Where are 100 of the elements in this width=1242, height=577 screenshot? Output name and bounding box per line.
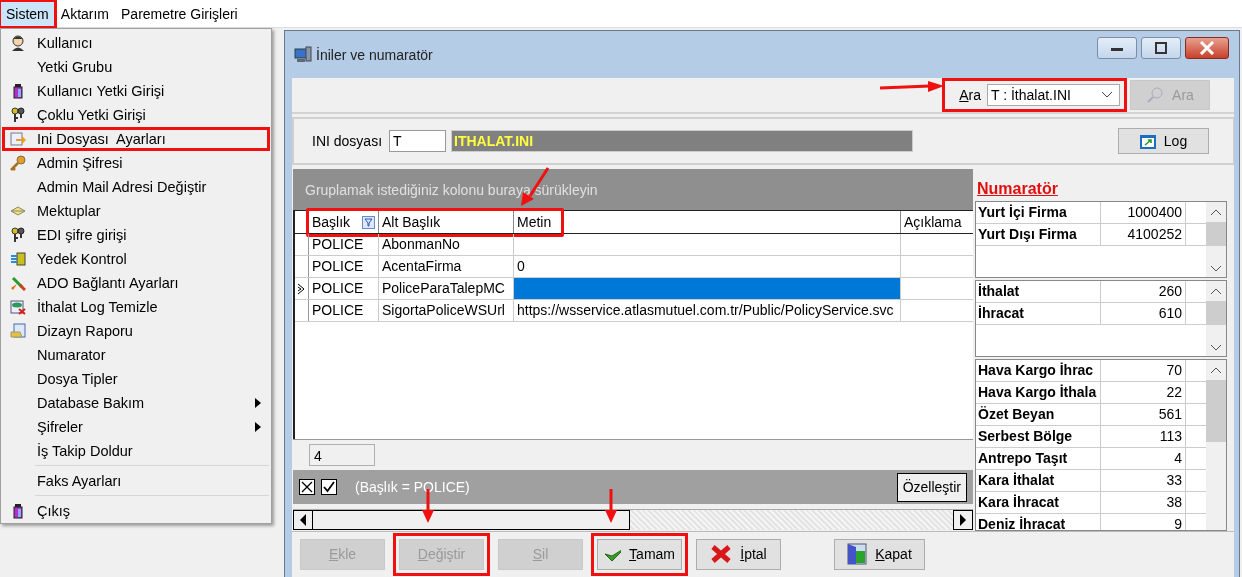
table-cell: İhracat [976, 303, 1101, 324]
scroll-right-icon[interactable] [959, 514, 967, 526]
menu-item[interactable]: Çıkış [2, 499, 270, 523]
menu-item[interactable]: Ini Dosyası Ayarları [2, 127, 270, 151]
table-cell: AcentaFirma [379, 256, 514, 277]
table-cell: Kara İhracat [976, 492, 1101, 513]
bottle-icon [12, 83, 24, 99]
maximize-icon [1154, 41, 1168, 54]
form-button[interactable]: İptal [696, 538, 781, 570]
menu-item[interactable]: Numarator [2, 343, 270, 367]
menu-item[interactable]: Mektuplar [2, 199, 270, 223]
scroll-left-icon[interactable] [299, 514, 307, 526]
table-cell: Kara İthalat [976, 470, 1101, 491]
search-combo[interactable]: T : İthalat.INI [987, 84, 1120, 106]
scroll-up-icon[interactable] [1210, 366, 1222, 374]
table-cell: Antrepo Taşıt [976, 448, 1101, 469]
plug-icon [10, 275, 26, 291]
key-icon [10, 155, 26, 171]
record-count: 4 [309, 444, 375, 466]
clear-filter-button[interactable] [299, 479, 315, 495]
vertical-scrollbar[interactable] [1206, 202, 1226, 277]
menu-item[interactable]: Kullanıcı Yetki Girişi [2, 79, 270, 103]
table-cell: İthalat [976, 281, 1101, 302]
table-cell: Özet Beyan [976, 404, 1101, 425]
envelope-icon [10, 204, 26, 218]
scroll-up-icon[interactable] [1210, 287, 1222, 295]
menu-item[interactable]: Kullanıcı [2, 31, 270, 55]
table-cell: 1000400 [1101, 202, 1186, 223]
window-title: İniler ve numaratör [316, 46, 433, 63]
column-header[interactable]: Metin [514, 211, 901, 233]
table-cell: AbonmanNo [379, 234, 514, 255]
menu-item[interactable]: Dosya Tipler [2, 367, 270, 391]
customize-button[interactable]: Özelleştir [896, 472, 967, 502]
scroll-up-icon[interactable] [1210, 208, 1222, 216]
computer-icon [294, 45, 312, 64]
table-cell: Hava Kargo İthala [976, 382, 1101, 403]
menu-item[interactable]: Dizayn Raporu [2, 319, 270, 343]
close-icon [1199, 40, 1215, 55]
vertical-scrollbar[interactable] [1206, 281, 1226, 356]
log-button[interactable]: Log [1118, 128, 1209, 154]
table-cell: https://wsservice.atlasmutuel.com.tr/Public/PolicyService.svc [514, 300, 901, 321]
keys-icon [10, 227, 26, 243]
menu-item[interactable]: Admin Şifresi [2, 151, 270, 175]
menu-item[interactable]: Yetki Grubu [2, 55, 270, 79]
table-cell: 4100252 [1101, 224, 1186, 245]
menu-bar-item[interactable]: Paremetre Girişleri [116, 1, 243, 26]
menu-item[interactable]: Yedek Kontrol [2, 247, 270, 271]
menu-item[interactable]: Şifreler [2, 415, 270, 439]
table-cell: 22 [1101, 382, 1186, 403]
table-cell: 4 [1101, 448, 1186, 469]
menu-bar-item[interactable]: Sistem [1, 1, 54, 26]
scroll-down-icon[interactable] [1210, 265, 1222, 273]
ini-name-field: ITHALAT.INI [451, 130, 914, 152]
table-cell: 0 [514, 256, 901, 277]
search-label: Ara [959, 87, 981, 103]
table-cell: POLICE [309, 278, 379, 299]
table-cell: Hava Kargo İhrac [976, 360, 1101, 381]
search-icon [1146, 86, 1165, 104]
table-cell: SigortaPoliceWSUrl [379, 300, 514, 321]
menu-item[interactable]: Çoklu Yetki Girişi [2, 103, 270, 127]
maximize-button[interactable] [1141, 36, 1181, 59]
close-button[interactable] [1185, 36, 1229, 59]
minimize-button[interactable] [1097, 36, 1137, 59]
form-button[interactable]: Tamam [597, 538, 682, 570]
column-header[interactable]: Alt Başlık [379, 211, 514, 233]
table-cell: POLICE [309, 300, 379, 321]
table-cell: 38 [1101, 492, 1186, 513]
menu-item[interactable]: Admin Mail Adresi Değiştir [2, 175, 270, 199]
menu-item[interactable]: ADO Bağlantı Ayarları [2, 271, 270, 295]
menu-bar-item[interactable]: Aktarım [55, 1, 115, 26]
submenu-arrow-icon [255, 422, 261, 432]
table-cell: 260 [1101, 281, 1186, 302]
table-cell: 561 [1101, 404, 1186, 425]
submenu-arrow-icon [255, 398, 261, 408]
check-icon [323, 481, 335, 493]
menu-item[interactable]: Database Bakım [2, 391, 270, 415]
chevron-down-icon [1101, 91, 1113, 99]
table-cell: 33 [1101, 470, 1186, 491]
table-cell: Deniz İhracat [976, 514, 1101, 530]
group-hint: Gruplamak istediğiniz kolonu buraya sürükleyin [305, 181, 598, 198]
menu-item[interactable]: İthalat Log Temizle [2, 295, 270, 319]
menu-item[interactable]: İş Takip Doldur [2, 439, 270, 463]
person-icon [10, 35, 26, 51]
column-header[interactable]: Başlık [309, 211, 379, 233]
menu-item[interactable]: EDI şifre girişi [2, 223, 270, 247]
scroll-down-icon[interactable] [1210, 344, 1222, 352]
filter-icon[interactable] [362, 215, 375, 229]
close-form-button[interactable]: Kapat [834, 538, 925, 570]
table-cell: 113 [1101, 426, 1186, 447]
vertical-scrollbar[interactable] [1206, 360, 1226, 530]
ini-code-field[interactable]: T [389, 130, 447, 152]
table-cell: Yurt Dışı Firma [976, 224, 1101, 245]
filter-checkbox[interactable] [321, 479, 337, 495]
filter-text: (Başlık = POLICE) [355, 479, 470, 495]
menu-item[interactable]: Faks Ayarları [2, 469, 270, 493]
horizontal-scrollbar[interactable] [293, 509, 973, 530]
column-header[interactable]: Açıklama [901, 211, 974, 233]
bottle-icon [12, 503, 24, 519]
table-cell: POLICE [309, 256, 379, 277]
annotation-arrow [604, 488, 618, 524]
